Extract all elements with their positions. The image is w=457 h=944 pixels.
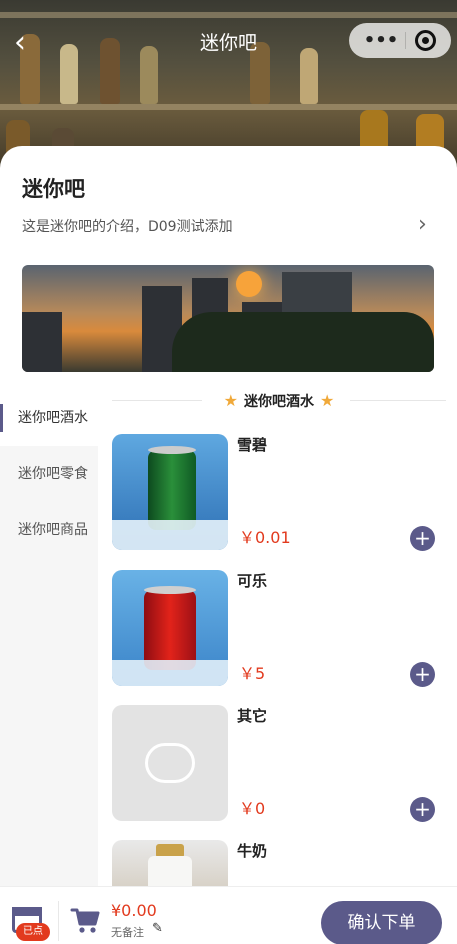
category-sidebar: 迷你吧酒水 迷你吧零食 迷你吧商品 [0,390,98,886]
building [22,312,62,372]
product-name: 牛奶 [237,842,268,860]
store-intro[interactable]: 这是迷你吧的介绍，D09测试添加 [22,216,233,236]
product-price: ￥0.01 [239,528,291,547]
coca-cola-can [144,590,196,670]
add-to-cart-button[interactable]: + [410,797,435,822]
sun [236,271,262,297]
product-item: 其它 ￥0 + [112,705,448,823]
sidebar-item-drinks[interactable]: 迷你吧酒水 [0,390,98,446]
product-image[interactable] [112,434,228,550]
product-name: 其它 [237,707,268,725]
product-price: ￥0 [239,799,266,818]
bottom-divider [58,901,59,941]
can-top [148,446,196,454]
product-image-placeholder[interactable] [112,705,228,821]
shelf [0,104,457,110]
ice [112,520,228,550]
pencil-icon[interactable]: ✎ [152,921,163,936]
product-item: 雪碧 ￥0.01 + [112,434,448,552]
product-item: 牛奶 [112,840,448,886]
ice [112,660,228,686]
star-icon: ★ [320,391,335,410]
product-item: 可乐 ￥5 + [112,570,448,688]
add-to-cart-button[interactable]: + [410,526,435,551]
miniprogram-capsule: ••• [349,23,451,58]
plus-icon: + [414,662,431,686]
section-title-text: 迷你吧酒水 [244,394,314,410]
sprite-can [148,450,196,530]
section-heading: ★ 迷你吧酒水 ★ [112,390,446,414]
can-top [144,586,196,594]
plus-icon: + [414,797,431,821]
navigation-bar: ‹ 迷你吧 ••• [0,0,457,84]
target-circle-icon[interactable] [415,30,436,51]
section-title: ★ 迷你吧酒水 ★ [112,390,446,413]
ordered-badge[interactable]: 已点 [16,923,50,941]
star-icon: ★ [223,391,238,410]
product-name: 可乐 [237,572,268,590]
product-image[interactable] [112,840,228,886]
cloud-placeholder-icon [145,743,195,783]
cart-total: ¥0.00 [111,901,157,920]
store-name: 迷你吧 [22,177,85,201]
plus-icon: + [414,526,431,550]
product-price: ￥5 [239,664,266,683]
order-remark[interactable]: 无备注 [111,924,144,940]
capsule-divider [405,32,406,49]
trees [172,312,434,372]
product-image[interactable] [112,570,228,686]
confirm-order-button[interactable]: 确认下单 [321,901,442,944]
milk-bottle [148,856,192,886]
chevron-right-icon[interactable]: › [418,212,427,237]
cart-icon[interactable] [70,905,100,935]
sidebar-item-snacks[interactable]: 迷你吧零食 [0,446,98,502]
more-dots-icon[interactable]: ••• [361,23,401,58]
store-banner-image [22,265,434,372]
add-to-cart-button[interactable]: + [410,662,435,687]
sidebar-item-goods[interactable]: 迷你吧商品 [0,502,98,558]
bottom-order-bar: 已点 ¥0.00 无备注 ✎ 确认下单 [0,886,457,944]
product-name: 雪碧 [237,436,268,454]
